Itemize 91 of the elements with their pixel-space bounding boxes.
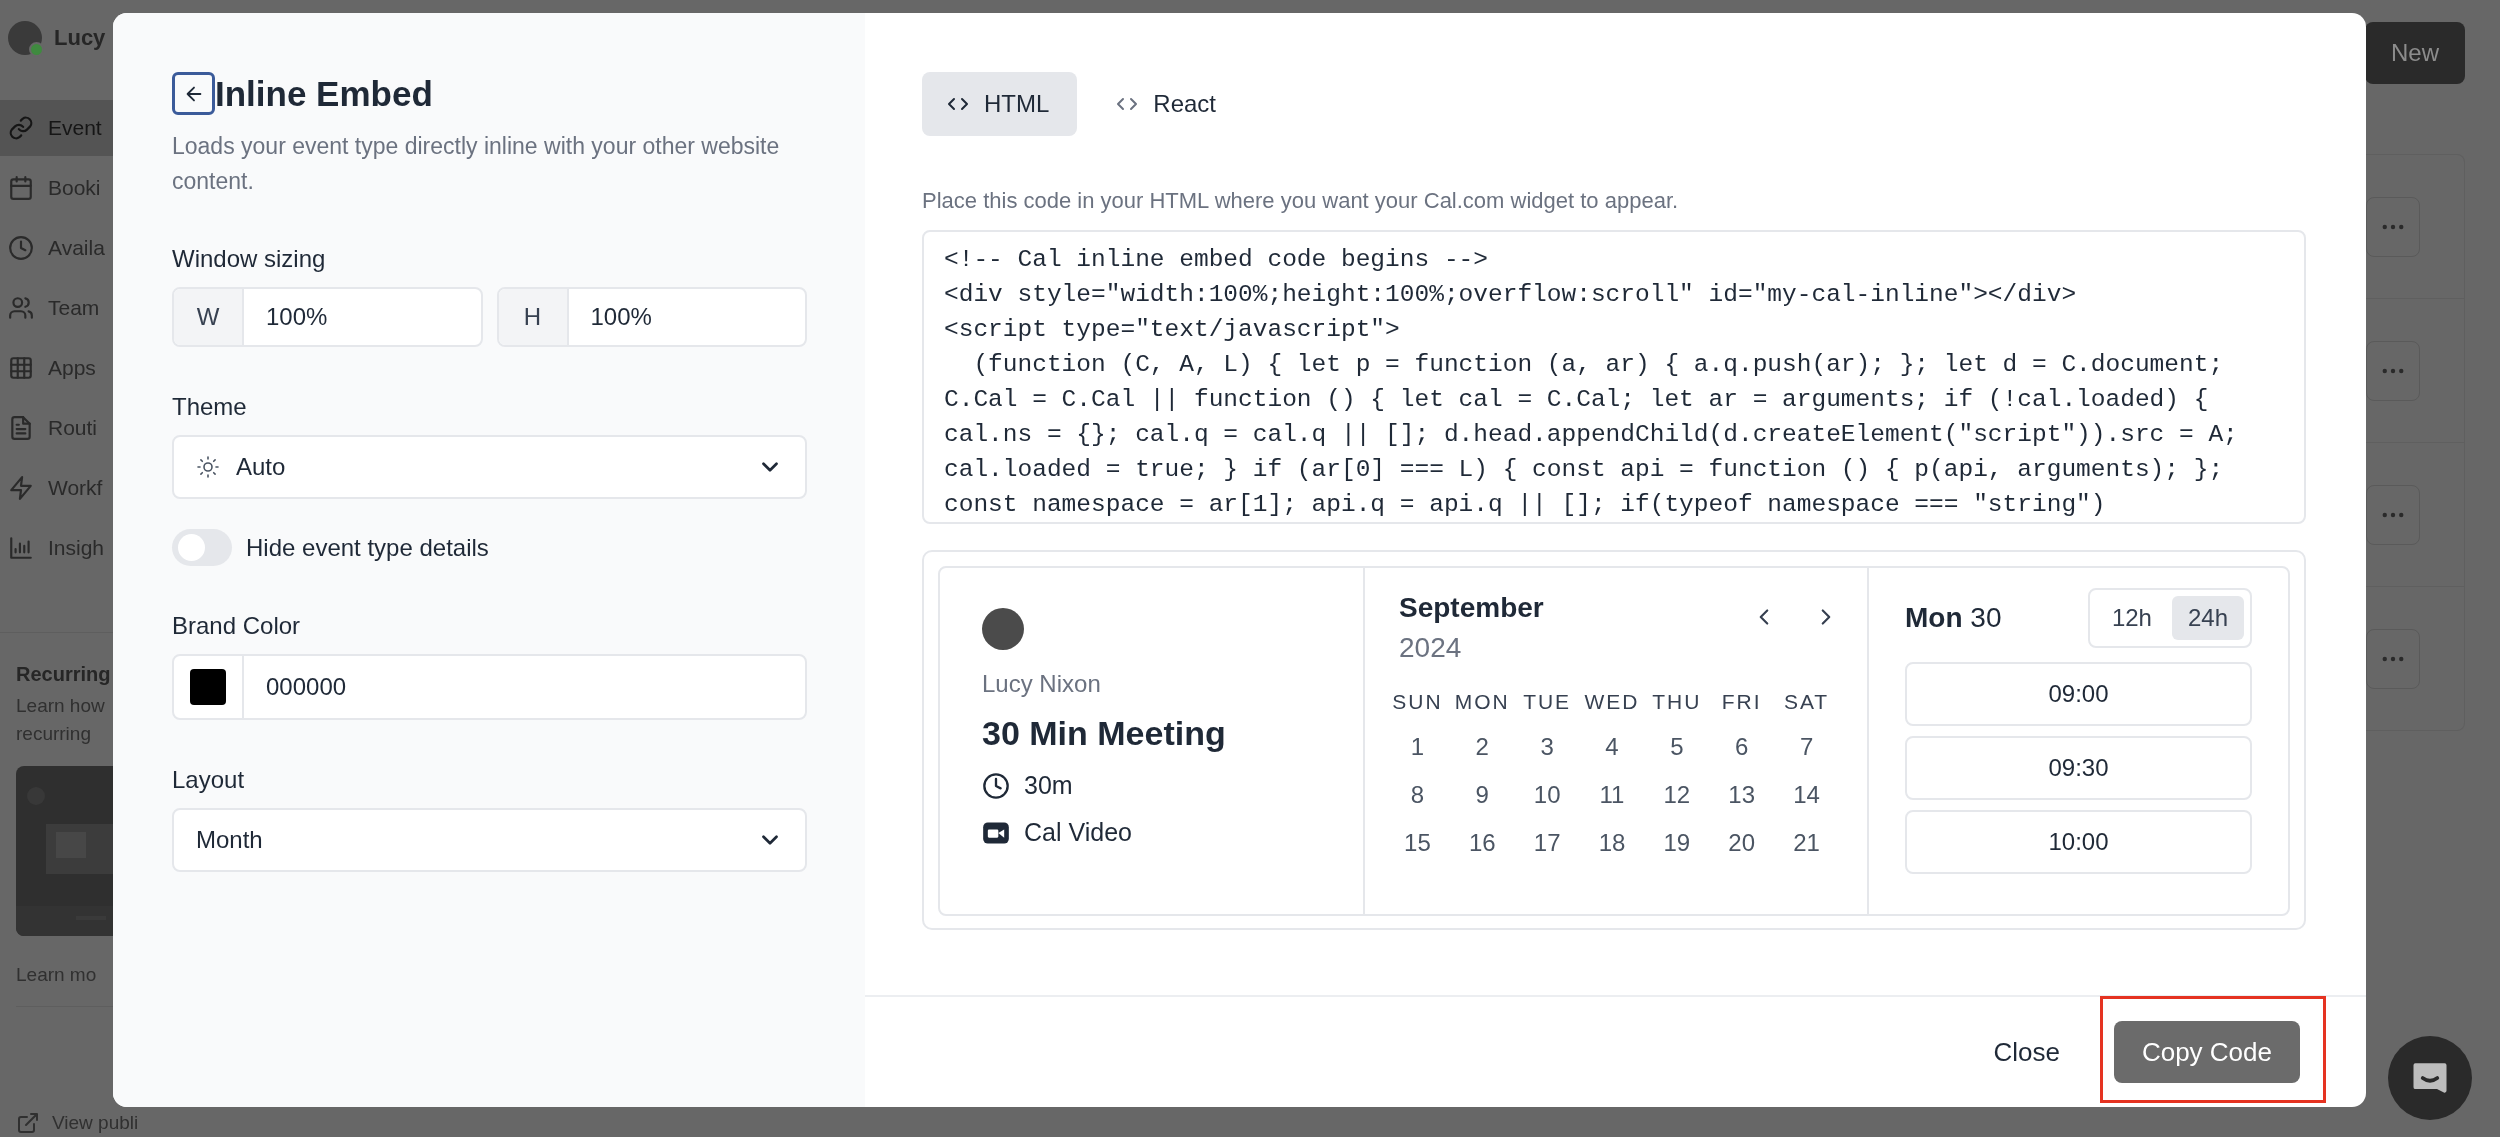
promo-title: Recurring — [16, 663, 112, 686]
calendar-day[interactable]: 14 — [1774, 780, 1839, 810]
clock-icon — [982, 771, 1010, 800]
code-line: (function (C, A, L) { let p = function (a, ar) { a.q.push(ar); }; let d = C.document; — [972, 350, 2225, 380]
host-name: Lucy Nixon — [982, 670, 1101, 698]
more-icon — [2382, 655, 2404, 662]
document-icon — [8, 415, 34, 441]
event-title: 30 Min Meeting — [982, 714, 1226, 753]
copy-code-button[interactable]: Copy Code — [2113, 1021, 2300, 1083]
layout-select[interactable]: Month — [172, 808, 807, 872]
location-text: Cal Video — [1024, 818, 1132, 847]
calendar-day[interactable]: 12 — [1644, 780, 1710, 810]
grid-icon — [8, 355, 34, 381]
link-icon — [8, 115, 34, 141]
selected-date: Mon 30 — [1905, 602, 2003, 634]
size-field[interactable]: W 100% — [172, 287, 483, 347]
month-label: September — [1399, 592, 1545, 624]
more-icon — [2382, 223, 2404, 230]
calendar-day[interactable]: 8 — [1385, 780, 1450, 810]
code-line: C.Cal = C.Cal || function () { let cal = C.Cal; let ar = arguments; if (!cal.loaded) { — [944, 385, 2210, 415]
calendar-day[interactable]: 21 — [1774, 828, 1839, 858]
calendar-icon — [8, 175, 34, 201]
calendar-day[interactable]: 6 — [1709, 732, 1775, 762]
calendar-day[interactable]: 4 — [1579, 732, 1645, 762]
weekday-label: TUE — [1522, 690, 1573, 714]
close-button[interactable]: Close — [1979, 1026, 2074, 1078]
code-line: <!-- Cal inline embed code begins --> — [944, 245, 1489, 275]
color-field[interactable]: 000000 — [172, 654, 807, 720]
code-box[interactable] — [922, 230, 2306, 524]
promo-text: recurring — [16, 722, 92, 746]
code-line: cal.ns = {}; cal.q = cal.q || []; d.head.appendChild(d.createElement("script")).src = A; — [944, 420, 2239, 450]
field-label: Layout — [172, 766, 246, 794]
time-slot[interactable]: 10:00 — [1905, 810, 2252, 874]
back-button[interactable] — [172, 72, 215, 115]
size-field[interactable]: H 100% — [496, 287, 807, 347]
duration-text: 30m — [1024, 771, 1073, 800]
time-format-option[interactable]: 12h — [2095, 596, 2168, 640]
calendar-day[interactable]: 13 — [1709, 780, 1775, 810]
new-button[interactable]: New — [2365, 22, 2465, 84]
code-tab[interactable]: React — [1091, 72, 1245, 136]
calendar-day[interactable]: 5 — [1644, 732, 1710, 762]
bar-chart-icon — [8, 535, 34, 561]
calendar-day[interactable]: 3 — [1514, 732, 1580, 762]
calendar-day[interactable]: 15 — [1385, 828, 1450, 858]
calendar-day[interactable]: 7 — [1774, 732, 1839, 762]
promo-text: Learn how — [16, 694, 106, 718]
field-label: Window sizing — [172, 245, 327, 273]
avatar — [982, 608, 1024, 650]
time-slot[interactable]: 09:00 — [1905, 662, 2252, 726]
calendar-day[interactable]: 2 — [1449, 732, 1515, 762]
time-format-option[interactable]: 24h — [2171, 596, 2244, 640]
weekday-label: SAT — [1782, 690, 1831, 714]
lightning-icon — [8, 475, 34, 501]
external-link-icon — [16, 1111, 40, 1135]
color-swatch[interactable] — [190, 669, 226, 705]
calendar-day[interactable]: 1 — [1385, 732, 1450, 762]
calendar-day[interactable]: 19 — [1644, 828, 1710, 858]
code-line: <script type="text/javascript"> — [944, 315, 1401, 345]
more-icon — [2382, 367, 2404, 374]
user-name: Lucy — [54, 25, 106, 51]
weekday-label: WED — [1583, 690, 1641, 714]
hint-text: Place this code in your HTML where you want your Cal.com widget to appear. — [922, 188, 1680, 214]
code-line: cal.loaded = true; } if (ar[0] === L) { const api = function () { p(api, arguments); }; — [944, 455, 2225, 485]
weekday-label: SUN — [1391, 690, 1444, 714]
more-icon — [2382, 511, 2404, 518]
users-icon — [8, 295, 34, 321]
theme-select[interactable]: Auto — [172, 435, 807, 499]
code-tab[interactable]: HTML — [922, 72, 1078, 136]
calendar-day[interactable]: 11 — [1579, 780, 1645, 810]
code-line: const namespace = ar[1]; api.q = api.q || []; if(typeof namespace === "string") — [944, 490, 2107, 520]
sun-icon — [196, 455, 220, 479]
dialog-title: Inline Embed — [215, 73, 433, 114]
dialog-description: Loads your event type directly inline with your other website content. — [172, 132, 781, 196]
calendar-day[interactable]: 16 — [1449, 828, 1515, 858]
weekday-label: FRI — [1720, 690, 1763, 714]
calendar-day[interactable]: 9 — [1449, 780, 1515, 810]
weekday-label: THU — [1651, 690, 1703, 714]
clock-icon — [8, 235, 34, 261]
calendar-day[interactable]: 18 — [1579, 828, 1645, 858]
calendar-day[interactable]: 10 — [1514, 780, 1580, 810]
avatar[interactable] — [8, 21, 42, 55]
year-label: 2024 — [1399, 632, 1463, 664]
code-line: <div style="width:100%;height:100%;overflow:scroll" id="my-cal-inline"></div> — [944, 280, 2078, 310]
field-label: Theme — [172, 393, 248, 421]
calendar-day[interactable]: 20 — [1709, 828, 1775, 858]
weekday-label: MON — [1453, 690, 1511, 714]
field-label: Brand Color — [172, 612, 302, 640]
calendar-day[interactable]: 17 — [1514, 828, 1580, 858]
toggle-switch[interactable] — [172, 529, 232, 566]
toggle-label: Hide event type details — [246, 533, 489, 562]
time-slot[interactable]: 09:30 — [1905, 736, 2252, 800]
